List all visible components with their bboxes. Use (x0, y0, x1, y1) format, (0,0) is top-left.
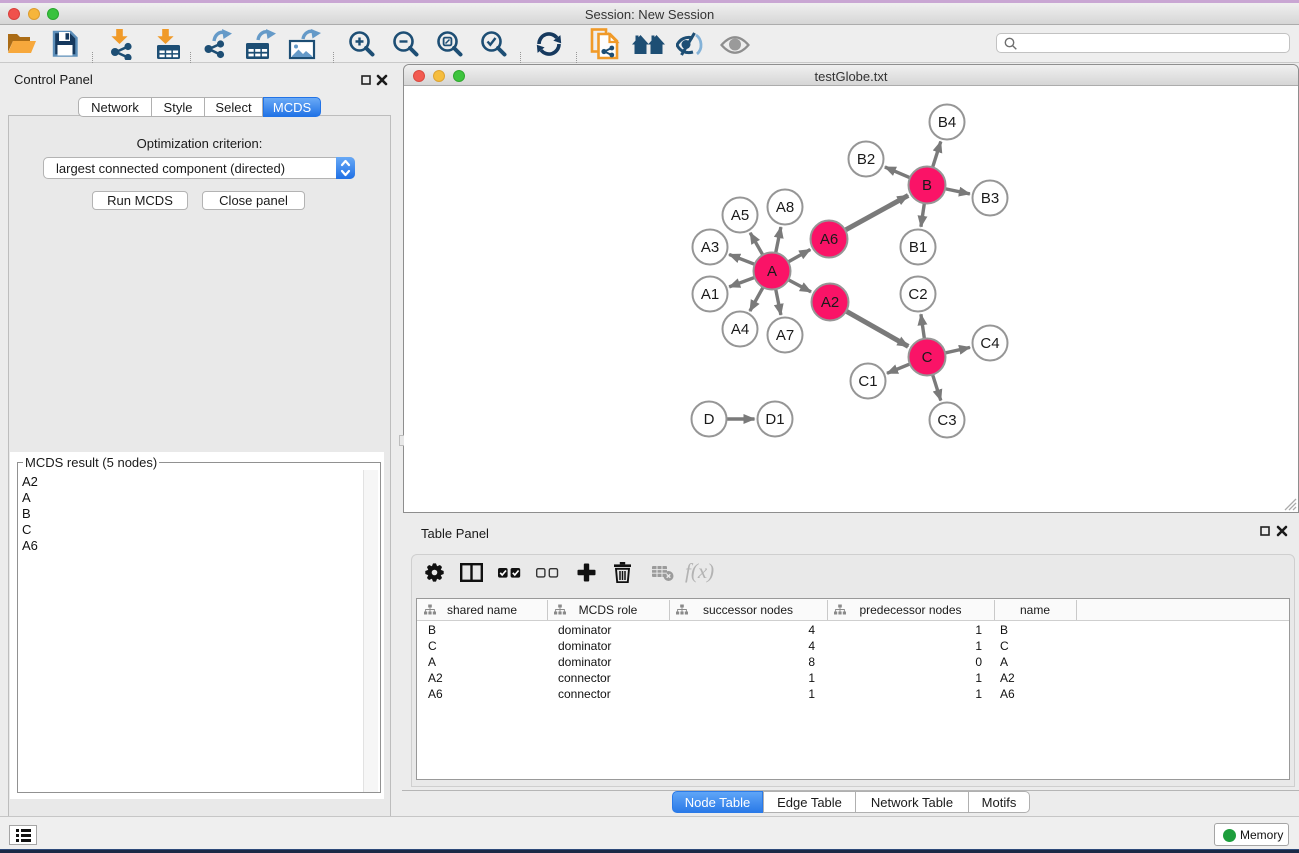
svg-text:A5: A5 (731, 207, 749, 224)
svg-text:A6: A6 (820, 231, 838, 248)
svg-text:A3: A3 (701, 239, 719, 256)
svg-text:C1: C1 (858, 373, 877, 390)
svg-text:A4: A4 (731, 321, 749, 338)
svg-text:B2: B2 (857, 151, 875, 168)
svg-text:B4: B4 (938, 114, 956, 131)
svg-text:A2: A2 (821, 294, 839, 311)
svg-text:D: D (704, 411, 715, 428)
svg-text:A7: A7 (776, 327, 794, 344)
svg-text:C2: C2 (908, 286, 927, 303)
svg-text:B1: B1 (909, 239, 927, 256)
svg-text:C3: C3 (937, 412, 956, 429)
svg-text:B3: B3 (981, 190, 999, 207)
svg-text:C4: C4 (980, 335, 999, 352)
svg-text:A: A (767, 263, 777, 280)
svg-text:C: C (922, 349, 933, 366)
svg-text:A8: A8 (776, 199, 794, 216)
svg-text:A1: A1 (701, 286, 719, 303)
svg-text:D1: D1 (765, 411, 784, 428)
svg-text:B: B (922, 177, 932, 194)
